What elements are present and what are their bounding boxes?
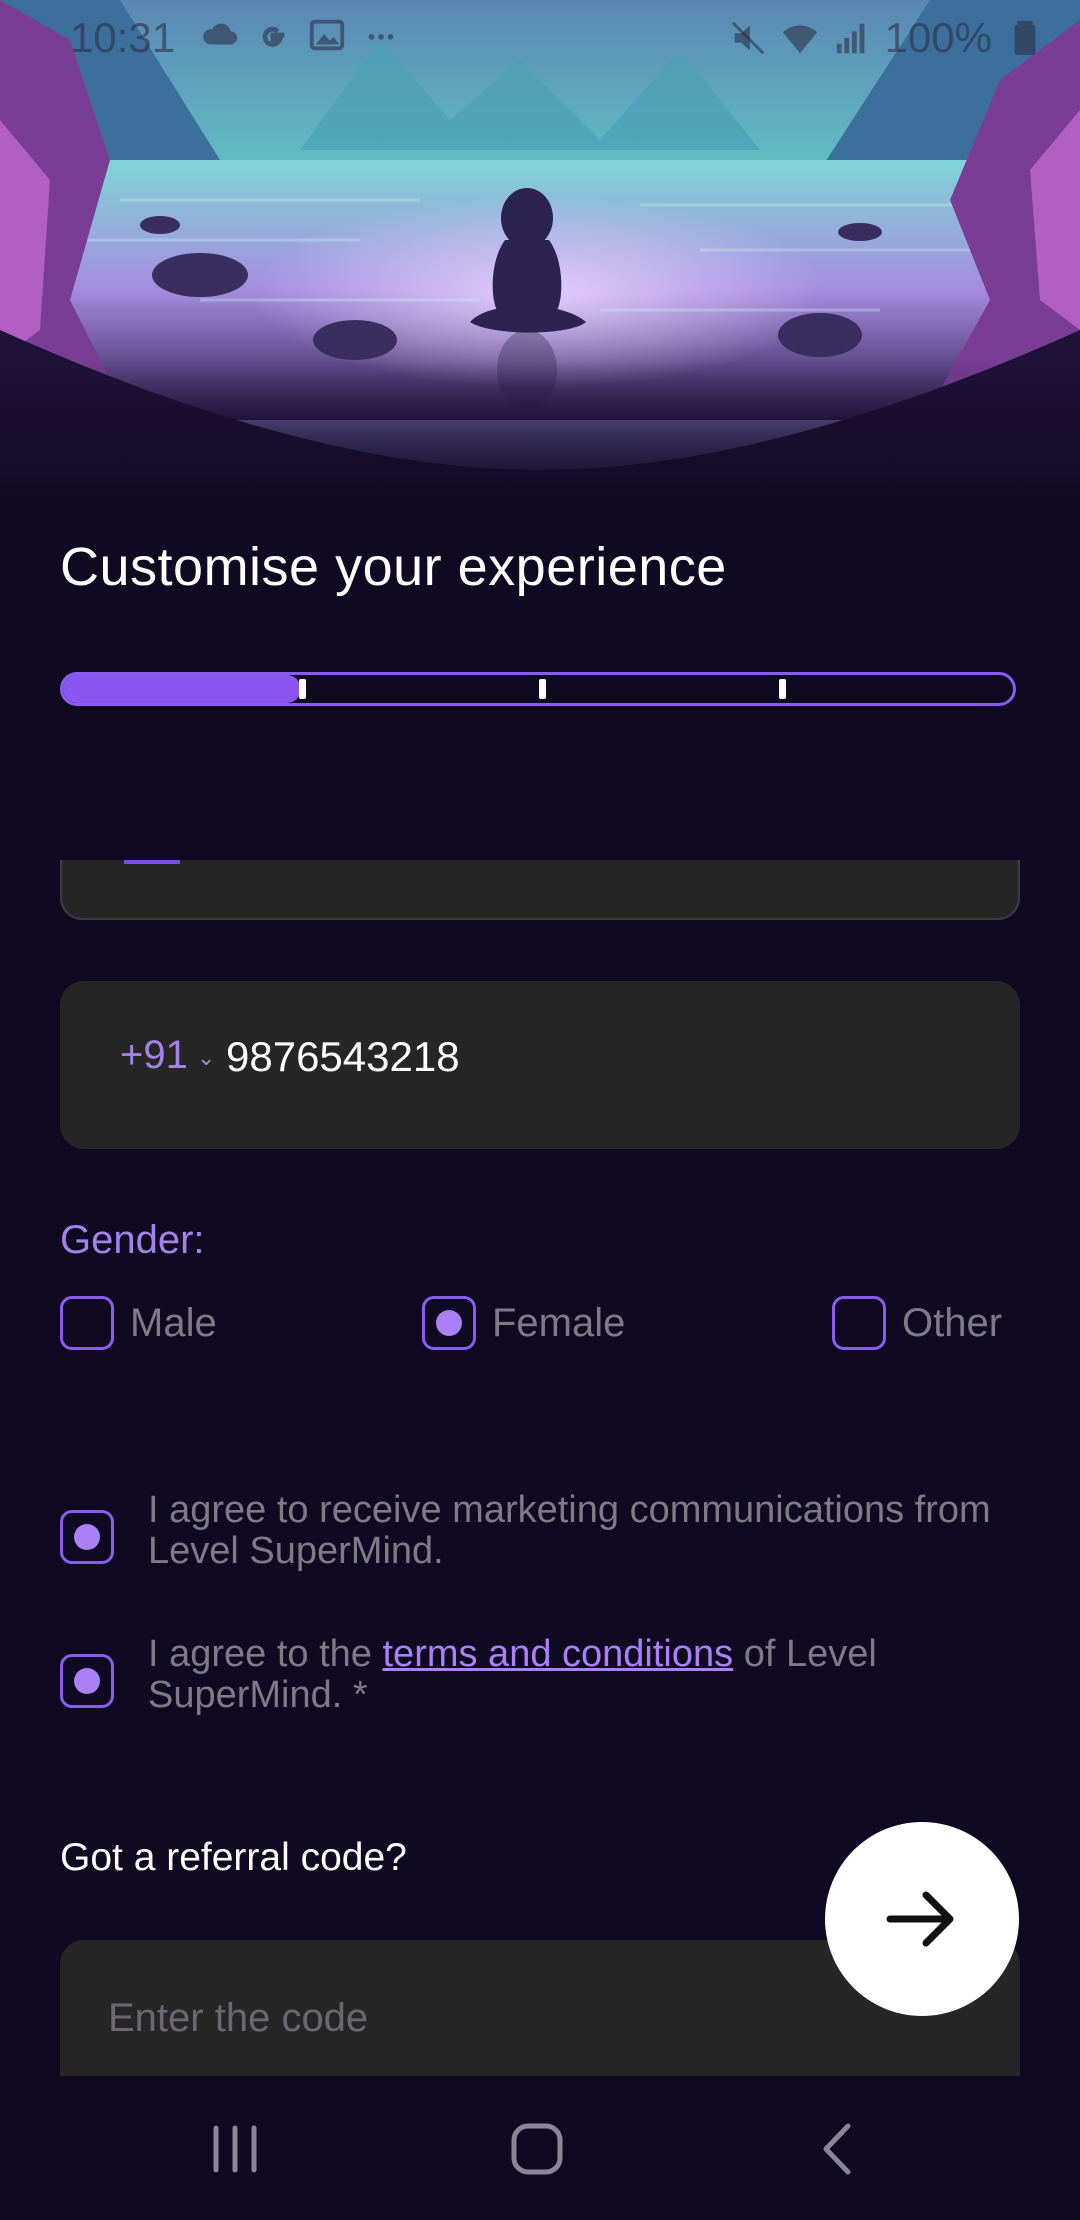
terms-prefix: I agree to the bbox=[148, 1633, 383, 1675]
chevron-down-icon[interactable]: ⌄ bbox=[197, 1045, 215, 1071]
status-time: 10:31 bbox=[70, 14, 176, 61]
battery-percent: 100% bbox=[884, 14, 992, 61]
marketing-checkbox[interactable] bbox=[60, 1510, 114, 1564]
progress-step-marker bbox=[299, 679, 306, 699]
more-icon bbox=[368, 34, 394, 40]
female-radio[interactable] bbox=[422, 1296, 476, 1350]
referral-label: Got a referral code? bbox=[60, 1836, 407, 1879]
gender-option-female[interactable]: Female bbox=[422, 1296, 625, 1350]
system-nav-bar bbox=[0, 2076, 1080, 2220]
phone-number-input[interactable] bbox=[226, 1033, 826, 1081]
country-code-selector[interactable]: +91 bbox=[120, 1033, 188, 1078]
mute-icon bbox=[731, 21, 764, 55]
marketing-consent[interactable]: I agree to receive marketing communicati… bbox=[60, 1490, 1020, 1572]
referral-code-input[interactable] bbox=[108, 1996, 908, 2041]
google-icon bbox=[262, 26, 285, 47]
phone-field[interactable]: +91 ⌄ bbox=[60, 981, 1020, 1149]
hero-illustration bbox=[0, 0, 1080, 520]
signal-icon bbox=[836, 23, 864, 54]
gender-option-label: Other bbox=[902, 1300, 1003, 1345]
checked-dot bbox=[74, 1668, 100, 1694]
gender-option-label: Female bbox=[492, 1300, 626, 1345]
arrow-right-icon bbox=[886, 1891, 954, 1947]
terms-link[interactable]: terms and conditions bbox=[383, 1633, 734, 1675]
battery-icon bbox=[1014, 20, 1036, 56]
field-underline bbox=[124, 860, 180, 864]
terms-checkbox[interactable] bbox=[60, 1654, 114, 1708]
back-icon[interactable] bbox=[812, 2122, 866, 2176]
gender-label: Gender: bbox=[60, 1218, 205, 1262]
recent-apps-icon[interactable] bbox=[208, 2122, 262, 2176]
gender-option-label: Male bbox=[130, 1300, 217, 1345]
terms-consent-text: I agree to the terms and conditions of L… bbox=[148, 1634, 1020, 1716]
status-bar: 10:31 100% bbox=[0, 0, 1080, 74]
progress-step-marker bbox=[539, 679, 546, 699]
terms-consent[interactable]: I agree to the terms and conditions of L… bbox=[60, 1634, 1020, 1716]
cloud-icon bbox=[203, 23, 238, 45]
marketing-consent-text: I agree to receive marketing communicati… bbox=[148, 1489, 991, 1572]
gender-option-other[interactable]: Other bbox=[832, 1296, 1002, 1350]
page-title: Customise your experience bbox=[60, 537, 727, 597]
checked-dot bbox=[74, 1524, 100, 1550]
next-button[interactable] bbox=[825, 1822, 1019, 2016]
other-radio[interactable] bbox=[832, 1296, 886, 1350]
gender-option-male[interactable]: Male bbox=[60, 1296, 217, 1350]
male-radio[interactable] bbox=[60, 1296, 114, 1350]
home-icon[interactable] bbox=[510, 2122, 564, 2176]
wifi-icon bbox=[782, 25, 817, 54]
progress-fill bbox=[63, 675, 301, 703]
image-icon bbox=[309, 19, 345, 51]
selected-dot bbox=[436, 1310, 462, 1336]
progress-step-marker bbox=[779, 679, 786, 699]
previous-input-field[interactable] bbox=[60, 860, 1020, 920]
step-progress-bar bbox=[60, 672, 1016, 706]
